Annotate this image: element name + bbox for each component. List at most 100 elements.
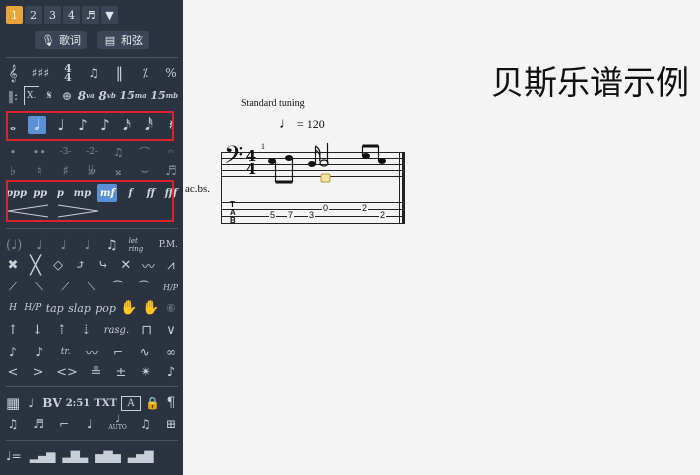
tab-1[interactable]: 1 [6, 6, 23, 24]
beam-icon[interactable]: ♬ [164, 162, 178, 180]
timer-icon[interactable]: 2:51 [66, 394, 91, 412]
alternate-ending-icon[interactable]: X. [23, 86, 39, 105]
beamed-notes-icon[interactable]: ♫ [105, 236, 119, 254]
coda-icon[interactable]: ⊕ [60, 87, 74, 105]
tenuto-icon[interactable]: <> [56, 363, 78, 381]
slide-out-icon[interactable]: ⟍ [32, 278, 46, 296]
double-flat-icon[interactable]: 𝄫 [85, 162, 99, 180]
tap-icon[interactable]: tap [46, 299, 64, 317]
downstroke-icon[interactable]: ↓ [30, 321, 44, 339]
x-note-icon[interactable]: ╳ [29, 255, 43, 276]
arpeggio-icon[interactable]: ♩ [83, 415, 97, 433]
flat-icon[interactable]: ♭ [6, 162, 20, 180]
double-dot-icon[interactable]: •• [32, 143, 46, 161]
auto-icon[interactable]: ♩ AUTO [108, 415, 126, 433]
natural-icon[interactable]: ♮ [32, 162, 46, 180]
chord-grid-icon[interactable]: ▦ [6, 394, 20, 412]
release-icon[interactable]: ⤷ [96, 256, 110, 274]
mixer-bars-icon[interactable]: ▃▇▃ [62, 447, 88, 465]
pop-icon[interactable]: pop [95, 299, 116, 317]
left-hand-icon[interactable]: ✋ [142, 299, 159, 317]
hammer-pull-icon[interactable]: H/P [24, 299, 41, 317]
ottava-down-icon[interactable]: 8 vb [98, 87, 115, 105]
fade-in-icon[interactable]: ≗ [89, 363, 103, 381]
quindicesima-down-icon[interactable]: 15 mb [150, 87, 178, 105]
multi-note-icon[interactable]: ♫ [6, 415, 20, 433]
grace-note-icon[interactable]: ♫ [111, 143, 125, 161]
ghost-note-icon[interactable]: (♩) [6, 236, 22, 254]
tab-2[interactable]: 2 [25, 6, 42, 24]
text-box-icon[interactable]: A [120, 395, 141, 411]
tuplet-bracket-icon[interactable]: ⌐ [57, 415, 71, 433]
repeat-percent-icon[interactable]: ⁒ [138, 64, 152, 82]
tremolo-bar-icon[interactable]: ⌐ [111, 343, 125, 361]
time-signature-icon[interactable]: 44 [61, 63, 75, 83]
sharp-icon[interactable]: ♯ [59, 162, 73, 180]
double-sharp-icon[interactable]: 𝄪 [111, 162, 125, 180]
note-stack-icon[interactable]: ♬ [32, 415, 46, 433]
lock-icon[interactable]: 🔒 [145, 394, 160, 412]
trill-icon[interactable]: ✕ [119, 256, 133, 274]
quindicesima-up-icon[interactable]: 15 ma [119, 87, 146, 105]
whammy-icon[interactable]: ∿ [138, 343, 152, 361]
harmonic-icon[interactable]: ◇ [51, 256, 65, 274]
tremolo-picking-icon[interactable]: 〰 [85, 343, 99, 361]
slide-down-icon[interactable]: ⟍ [84, 278, 98, 296]
note-pair-icon[interactable]: ♫ [138, 415, 152, 433]
marcato-icon[interactable]: > [31, 363, 45, 381]
fret-circle-icon[interactable]: ⑥ [164, 299, 178, 317]
arpeggio-up-icon[interactable]: ⇡ [55, 321, 69, 339]
vibrato-icon[interactable]: 〰 [141, 256, 155, 275]
staccato-icon[interactable]: ♩ [81, 236, 95, 254]
fermata-icon[interactable]: 𝄐 [164, 143, 178, 161]
hammer-on-icon[interactable]: H/P [163, 278, 178, 296]
grace-before-icon[interactable]: ♪ [6, 343, 20, 361]
tie-icon[interactable]: ⌒ [138, 143, 152, 161]
slide-up-icon[interactable]: ⟋ [58, 278, 72, 296]
equalizer-icon[interactable]: ▃▅▇ [128, 447, 154, 465]
slap-icon[interactable]: slap [68, 299, 91, 317]
chords-button[interactable]: ▤ 和弦 [97, 31, 149, 49]
sparkle-icon[interactable]: ✴ [139, 363, 153, 381]
text-icon[interactable]: TXT [94, 394, 117, 412]
ottava-up-icon[interactable]: 8 va [78, 87, 95, 105]
down-pick-icon[interactable]: ⊓ [140, 321, 154, 339]
tempo-icon[interactable]: ♩= [6, 447, 22, 465]
master-bars-icon[interactable]: ▅▇▅ [95, 447, 121, 465]
segno-icon[interactable]: 𝄋 [42, 87, 56, 105]
hammer-icon[interactable]: H [6, 299, 20, 317]
volume-bars-icon[interactable]: ▂▄▆ [30, 447, 56, 465]
barre-icon[interactable]: BV [42, 394, 61, 412]
turn-icon[interactable]: ∞ [164, 343, 178, 361]
wide-vibrato-icon[interactable]: ⩘ [164, 256, 178, 274]
grace-on-icon[interactable]: ♪ [32, 343, 46, 361]
heavy-accent-icon[interactable]: ♩ [56, 236, 70, 254]
key-signature-icon[interactable]: ♯♯♯ [32, 64, 49, 82]
double-repeat-icon[interactable]: % [164, 64, 178, 82]
slide-in-icon[interactable]: ⟋ [6, 278, 20, 296]
note-icon[interactable]: ♬ [82, 6, 99, 24]
slur-icon[interactable]: ⌣ [138, 162, 152, 180]
let-ring-icon[interactable]: let ring [129, 236, 149, 254]
accent-icon[interactable]: < [6, 363, 20, 381]
tab-4[interactable]: 4 [63, 6, 80, 24]
shift-slide-icon[interactable]: ⁀ [137, 278, 151, 296]
note-with-star-icon[interactable]: ♪ [164, 363, 178, 381]
single-note-icon[interactable]: ♩ [24, 394, 38, 412]
pilcrow-icon[interactable]: ¶ [164, 394, 178, 412]
accent-note-icon[interactable]: ♩ [32, 236, 46, 254]
legato-slide-icon[interactable]: ⁀ [111, 278, 125, 296]
palm-mute-icon[interactable]: P.M. [159, 236, 178, 254]
trill-text-icon[interactable]: tr. [59, 343, 73, 361]
volume-swell-icon[interactable]: ± [114, 363, 128, 381]
grid-icon[interactable]: ⊞ [164, 415, 178, 433]
duplet-icon[interactable]: -2- [85, 143, 99, 161]
rasgueado-icon[interactable]: rasg. [104, 321, 129, 339]
double-bar-icon[interactable]: ‖ [112, 64, 126, 82]
arpeggio-down-icon[interactable]: ⇣ [79, 321, 93, 339]
collapse-icon[interactable]: ▼ [101, 6, 118, 24]
lyrics-button[interactable]: 🎙 歌词 [35, 31, 87, 49]
dot-icon[interactable]: • [6, 143, 20, 161]
tab-3[interactable]: 3 [44, 6, 61, 24]
repeat-start-icon[interactable]: ‖: [6, 87, 20, 105]
